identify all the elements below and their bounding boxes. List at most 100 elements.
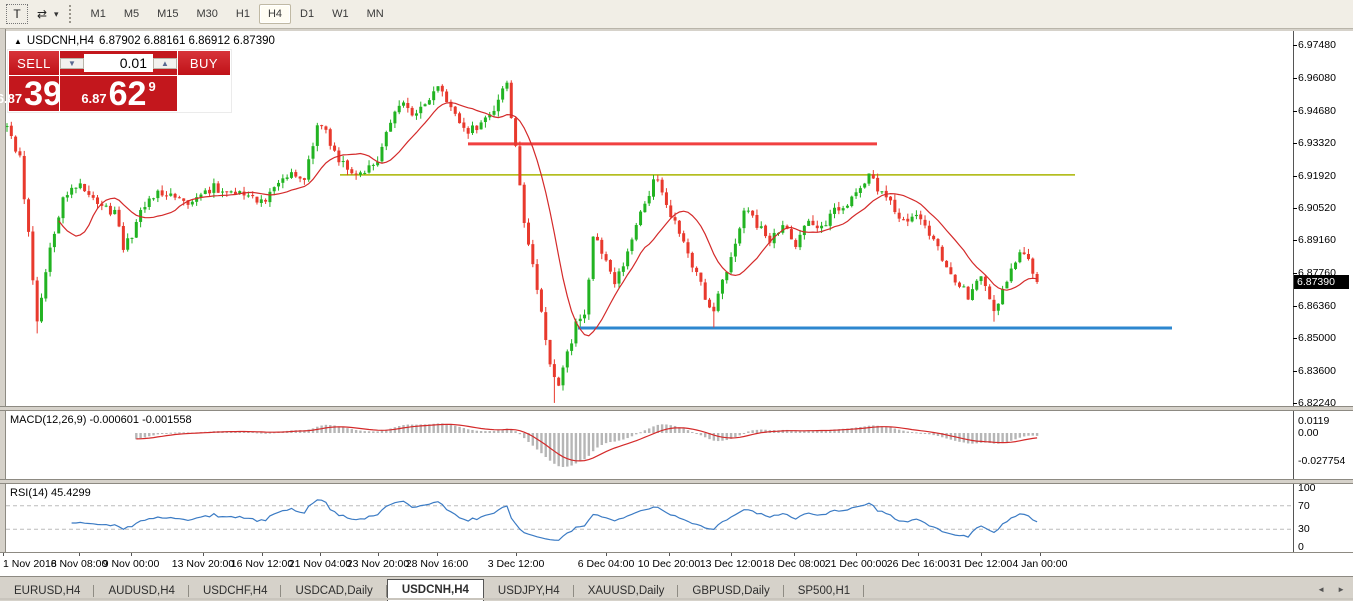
price-axis-label: 6.97480 (1298, 39, 1336, 51)
candle-body (997, 304, 1000, 311)
timeframe-button-w1[interactable]: W1 (323, 4, 358, 24)
candle-body (691, 253, 694, 268)
time-axis-label: 26 Dec 16:00 (887, 558, 949, 570)
macd-histogram-bar (325, 425, 327, 433)
price-axis-label: 6.90520 (1298, 202, 1336, 214)
timeframe-button-mn[interactable]: MN (358, 4, 393, 24)
candle-body (699, 273, 702, 282)
tab-scroll-right-icon[interactable]: ► (1337, 585, 1345, 594)
candle-body (122, 226, 125, 250)
macd-histogram-bar (1032, 433, 1034, 436)
candle-body (738, 228, 741, 243)
candle-body (949, 267, 952, 274)
time-axis-label: 16 Nov 12:00 (231, 558, 293, 570)
macd-histogram-bar (609, 433, 611, 442)
candle-body (290, 172, 293, 178)
sell-button[interactable]: SELL (9, 51, 59, 75)
timeframe-button-m15[interactable]: M15 (148, 4, 187, 24)
arrows-tool-dropdown-icon[interactable]: ▾ (54, 9, 59, 20)
timeframe-button-m5[interactable]: M5 (115, 4, 148, 24)
volume-input[interactable] (84, 54, 153, 72)
candle-body (837, 207, 840, 210)
candle-body (721, 280, 724, 294)
candle-body (984, 277, 987, 286)
timeframe-button-h1[interactable]: H1 (227, 4, 259, 24)
buy-price-display[interactable]: 6.87 62 9 (60, 76, 177, 111)
macd-histogram-bar (260, 433, 262, 434)
chart-ohlc-quotes: 6.87902 6.88161 6.86912 6.87390 (99, 35, 275, 47)
macd-histogram-bar (157, 433, 159, 434)
macd-histogram-bar (687, 430, 689, 433)
text-tool-icon[interactable]: T (6, 4, 28, 24)
macd-histogram-bar (557, 433, 559, 466)
candle-body (458, 113, 461, 123)
candle-body (303, 178, 306, 180)
macd-indicator-panel[interactable] (6, 409, 1293, 479)
macd-histogram-bar (652, 426, 654, 433)
candle-body (1005, 282, 1008, 289)
top-toolbar: T ⇄ ▾ M1M5M15M30H1H4D1W1MN (0, 0, 1353, 29)
candle-body (583, 315, 586, 319)
candle-body (962, 286, 965, 287)
tab-scroll-left-icon[interactable]: ◄ (1317, 585, 1325, 594)
candle-body (10, 126, 13, 136)
volume-decrease-button[interactable]: ▼ (60, 58, 84, 69)
candle-body (320, 125, 323, 126)
rsi-indicator-panel[interactable] (6, 482, 1293, 552)
rsi-axis-label: 100 (1298, 482, 1316, 494)
time-axis-tick (203, 553, 204, 556)
macd-histogram-bar (139, 433, 141, 438)
candle-body (1010, 269, 1013, 282)
candle-body (36, 281, 39, 322)
candle-body (380, 147, 383, 161)
rsi-axis-label: 70 (1298, 500, 1310, 512)
candle-body (652, 179, 655, 196)
timeframe-button-m30[interactable]: M30 (188, 4, 227, 24)
chart-symbol-label: USDCNH,H4 (27, 35, 94, 47)
macd-histogram-bar (928, 433, 930, 434)
candle-body (264, 200, 267, 202)
chart-window: ▲ USDCNH,H4 6.87902 6.88161 6.86912 6.87… (0, 29, 1353, 577)
sell-price-display[interactable]: 6.87 39 0 (9, 76, 59, 111)
macd-histogram-bar (971, 433, 973, 444)
candle-body (682, 233, 685, 241)
macd-histogram-bar (932, 433, 934, 435)
moving-average-line[interactable] (59, 103, 1037, 336)
timeframe-button-h4[interactable]: H4 (259, 4, 291, 24)
time-axis-label: 21 Nov 04:00 (289, 558, 351, 570)
macd-histogram-bar (497, 430, 499, 433)
candle-body (1014, 263, 1017, 269)
candle-body (880, 191, 883, 192)
candle-body (941, 247, 944, 261)
candle-body (967, 287, 970, 300)
price-axis-label: 6.82240 (1298, 397, 1336, 409)
volume-increase-button[interactable]: ▲ (153, 58, 177, 69)
macd-histogram-bar (575, 433, 577, 463)
price-axis-label: 6.89160 (1298, 234, 1336, 246)
arrows-tool-icon[interactable]: ⇄ (32, 4, 52, 24)
candle-body (734, 244, 737, 257)
timeframe-button-d1[interactable]: D1 (291, 4, 323, 24)
timeframe-button-m1[interactable]: M1 (82, 4, 115, 24)
macd-histogram-bar (618, 433, 620, 441)
candle-body (467, 128, 470, 134)
candle-body (954, 275, 957, 283)
time-axis[interactable]: 1 Nov 20186 Nov 08:009 Nov 00:0013 Nov 2… (0, 552, 1353, 576)
candle-body (587, 280, 590, 315)
macd-histogram-bar (256, 432, 258, 433)
candle-body (501, 88, 504, 99)
macd-histogram-bar (596, 433, 598, 448)
candle-body (596, 237, 599, 240)
candle-body (544, 312, 547, 340)
price-axis-label: 6.83600 (1298, 365, 1336, 377)
macd-histogram-bar (734, 433, 736, 437)
candle-body (350, 169, 353, 173)
macd-histogram-bar (889, 427, 891, 433)
candle-body (639, 212, 642, 225)
candle-body (514, 118, 517, 146)
time-axis-label: 23 Nov 20:00 (347, 558, 409, 570)
candle-body (635, 225, 638, 240)
candle-body (221, 192, 224, 193)
buy-button[interactable]: BUY (178, 51, 230, 75)
candle-body (932, 236, 935, 239)
